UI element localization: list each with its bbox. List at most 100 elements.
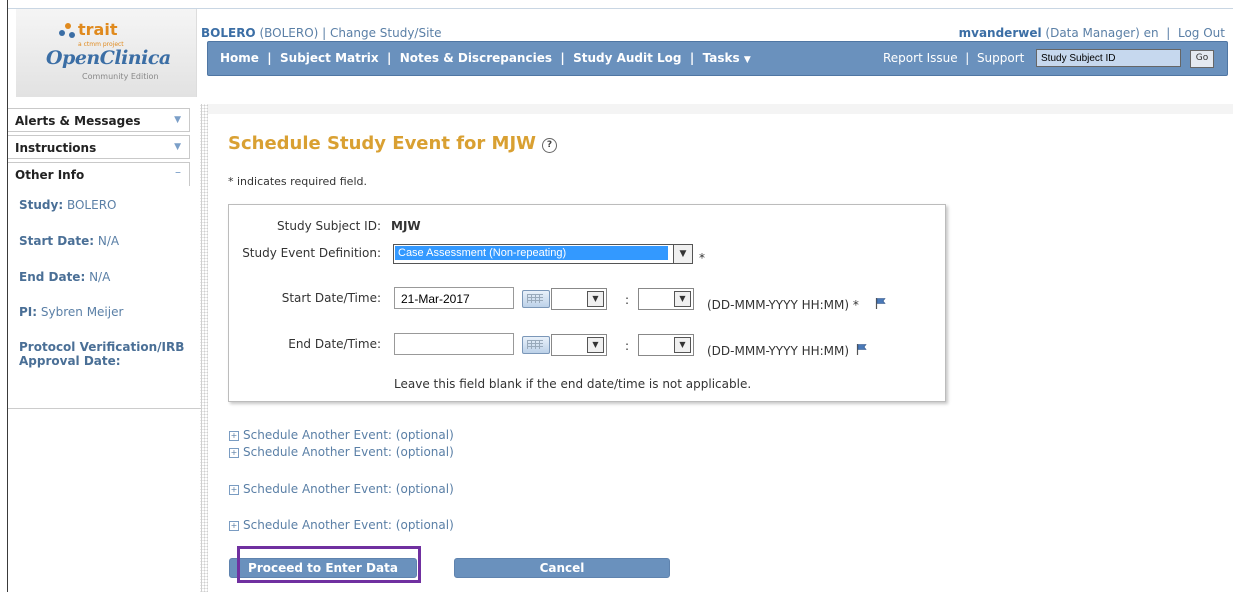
info-value: N/A [97,234,120,248]
chevron-down-icon[interactable]: ▼ [174,142,181,152]
subject-id-label: Study Subject ID: [277,219,381,233]
schedule-another-event-link[interactable]: + Schedule Another Event: (optional) [229,445,454,459]
change-study-link[interactable]: Change Study/Site [330,26,442,40]
end-minute-select[interactable]: ▼ [638,334,694,356]
nav-notes-discrepancies[interactable]: Notes & Discrepancies [400,51,552,65]
info-start-date: Start Date: N/A [19,234,119,248]
page-title: Schedule Study Event for MJW? [228,133,557,154]
end-date-input[interactable] [394,333,514,355]
info-pi: PI: Sybren Meijer [19,305,123,319]
subject-id-value: MJW [391,219,421,233]
sidebar-tab-instructions[interactable]: Instructions ▼ [8,135,190,159]
info-label: Protocol Verification/IRB Approval Date: [19,340,185,368]
logout-link[interactable]: Log Out [1178,26,1225,40]
sidebar: Alerts & Messages ▼ Instructions ▼ Other… [8,104,202,592]
user-role: (Data Manager) [1041,26,1140,40]
start-date-format-hint: (DD-MMM-YYYY HH:MM) * [707,298,859,312]
sidebar-splitter[interactable] [200,104,208,592]
study-oid: (BOLERO) | [255,26,331,40]
link-text: Schedule Another Event: (optional) [243,518,454,532]
chevron-down-icon[interactable]: ▼ [744,55,751,65]
link-text: Schedule Another Event: (optional) [243,482,454,496]
schedule-event-form: Study Subject ID: MJW Study Event Defini… [228,204,946,402]
nav-secondary-links: Report Issue | Support [883,51,1025,65]
time-separator: : [625,339,630,353]
chevron-down-icon[interactable]: ▼ [674,337,691,353]
link-text: Schedule Another Event: (optional) [243,445,454,459]
info-value: Sybren Meijer [40,305,124,319]
end-date-hint: Leave this field blank if the end date/t… [394,377,752,391]
language-link[interactable]: en [1144,26,1159,40]
sidebar-tab-label: Alerts & Messages [15,114,141,128]
end-date-format-hint: (DD-MMM-YYYY HH:MM) [707,344,850,358]
sidebar-tab-label: Other Info [15,168,85,182]
current-study: BOLERO (BOLERO) | Change Study/Site [201,26,442,40]
schedule-another-event-link[interactable]: + Schedule Another Event: (optional) [229,428,454,442]
start-date-input[interactable] [394,287,514,309]
collapse-icon[interactable]: – [175,165,181,179]
user-info: mvanderwel (Data Manager) en | Log Out [959,26,1225,40]
sidebar-divider [8,408,201,409]
report-issue-link[interactable]: Report Issue [883,51,958,65]
study-name: BOLERO [201,26,256,40]
info-protocol-verification: Protocol Verification/IRB Approval Date: [19,340,199,368]
start-hour-select[interactable]: ▼ [551,288,607,310]
nav-links: Home | Subject Matrix | Notes & Discrepa… [220,51,751,65]
nav-study-audit-log[interactable]: Study Audit Log [573,51,681,65]
annotation-highlight-box [237,546,421,583]
time-separator: : [625,293,630,307]
schedule-another-event-link[interactable]: + Schedule Another Event: (optional) [229,518,454,532]
end-hour-select[interactable]: ▼ [551,334,607,356]
chevron-down-icon[interactable]: ▼ [587,337,604,353]
header: trait a ctmm project OpenClinica Communi… [8,9,1233,105]
start-minute-select[interactable]: ▼ [638,288,694,310]
chevron-down-icon[interactable]: ▼ [587,291,604,307]
flag-icon[interactable] [875,297,887,309]
main-top-strip [208,104,1233,114]
page-title-text: Schedule Study Event for MJW [228,133,536,154]
start-date-label: Start Date/Time: [281,291,381,305]
info-value: BOLERO [66,198,117,212]
info-label: PI: [19,305,38,319]
info-value: N/A [89,270,111,284]
event-definition-label: Study Event Definition: [242,246,381,260]
main-nav-bar: Home | Subject Matrix | Notes & Discrepa… [207,41,1228,76]
sidebar-tab-alerts[interactable]: Alerts & Messages ▼ [8,108,190,132]
event-definition-selected: Case Assessment (Non-repeating) [395,246,668,260]
info-study: Study: BOLERO [19,198,117,212]
search-go-button[interactable]: Go [1190,50,1214,68]
sidebar-tab-label: Instructions [15,141,97,155]
expand-icon: + [229,485,239,495]
link-text: Schedule Another Event: (optional) [243,428,454,442]
end-date-label: End Date/Time: [288,337,381,351]
trait-logo-icon [59,23,75,38]
schedule-another-event-link[interactable]: + Schedule Another Event: (optional) [229,482,454,496]
edition-label: Community Edition [82,72,159,81]
openclinica-logo[interactable]: trait a ctmm project OpenClinica Communi… [16,9,197,97]
separator: | [1166,26,1171,40]
chevron-down-icon[interactable]: ▼ [674,291,691,307]
chevron-down-icon[interactable]: ▼ [174,115,181,125]
nav-subject-matrix[interactable]: Subject Matrix [280,51,379,65]
required-star: * [699,251,705,265]
expand-icon: + [229,521,239,531]
sidebar-tab-other-info[interactable]: Other Info – [8,162,190,186]
calendar-icon[interactable] [522,290,550,308]
cancel-button[interactable]: Cancel [454,558,670,578]
support-link[interactable]: Support [977,51,1024,65]
calendar-icon[interactable] [522,336,550,354]
event-definition-select[interactable]: Case Assessment (Non-repeating) ▼ [393,244,693,264]
info-end-date: End Date: N/A [19,270,110,284]
chevron-down-icon[interactable]: ▼ [673,245,692,263]
info-label: End Date: [19,270,86,284]
required-field-note: * indicates required field. [228,175,367,188]
subject-search-input[interactable] [1036,49,1181,67]
flag-icon[interactable] [856,343,868,355]
nav-home[interactable]: Home [220,51,259,65]
help-icon[interactable]: ? [542,138,557,153]
info-label: Study: [19,198,64,212]
window-left-border [0,0,8,592]
nav-tasks[interactable]: Tasks [703,51,740,65]
expand-icon: + [229,448,239,458]
username[interactable]: mvanderwel [959,26,1042,40]
